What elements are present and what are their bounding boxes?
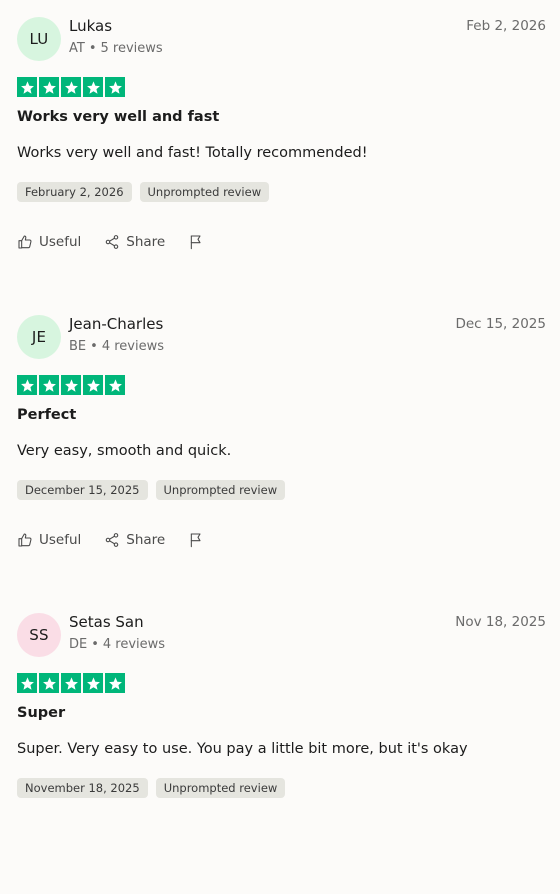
report-button[interactable] — [188, 234, 204, 250]
flag-icon — [191, 533, 201, 548]
unprompted-review-tag[interactable]: Unprompted review — [155, 778, 286, 798]
useful-label: Useful — [39, 234, 82, 250]
useful-button[interactable]: Useful — [17, 234, 81, 250]
reviewer-meta: AT • 5 reviews — [69, 41, 163, 56]
reviewer-review-count: 4 reviews — [102, 637, 166, 652]
star-icon — [83, 77, 103, 97]
experience-date-tag: December 15, 2025 — [17, 480, 148, 500]
reviewer-name[interactable]: Setas San — [69, 613, 144, 631]
star-rating — [17, 375, 125, 395]
useful-button[interactable]: Useful — [17, 532, 81, 548]
unprompted-review-tag[interactable]: Unprompted review — [139, 182, 270, 202]
reviewer-meta: DE • 4 reviews — [69, 637, 165, 652]
star-icon — [83, 673, 103, 693]
separator-dot: • — [91, 637, 99, 652]
star-icon — [105, 673, 125, 693]
review-card: SS Setas San DE • 4 reviews Nov 18, 2025 S… — [0, 596, 560, 894]
review-card: JE Jean-Charles BE • 4 reviews Dec 15, 202… — [0, 298, 560, 596]
review-actions: Useful Share — [17, 531, 204, 549]
flag-icon — [191, 235, 201, 250]
star-rating — [17, 673, 125, 693]
thumbs-up-icon — [18, 235, 32, 249]
review-date: Dec 15, 2025 — [455, 316, 546, 332]
reviewer-meta: BE • 4 reviews — [69, 339, 164, 354]
reviewer-review-count: 4 reviews — [101, 339, 164, 354]
share-button[interactable]: Share — [104, 532, 165, 548]
reviewer-country: AT — [69, 41, 85, 56]
review-card: LU Lukas AT • 5 reviews Feb 2, 2026 Works … — [0, 0, 560, 298]
star-icon — [61, 375, 81, 395]
avatar[interactable]: LU — [17, 17, 61, 61]
review-text: Works very well and fast! Totally recomm… — [17, 145, 368, 161]
star-icon — [17, 77, 37, 97]
review-tags: February 2, 2026 Unprompted review — [17, 182, 270, 202]
reviewer-name[interactable]: Lukas — [69, 17, 112, 35]
star-icon — [39, 77, 59, 97]
star-icon — [105, 77, 125, 97]
share-icon — [106, 533, 119, 547]
reviewer-country: DE — [69, 637, 88, 652]
star-icon — [39, 375, 59, 395]
report-button[interactable] — [188, 532, 204, 548]
share-label: Share — [126, 234, 166, 250]
experience-date-tag: November 18, 2025 — [17, 778, 148, 798]
review-text: Very easy, smooth and quick. — [17, 443, 232, 459]
review-date: Feb 2, 2026 — [466, 18, 546, 34]
star-icon — [17, 375, 37, 395]
review-tags: November 18, 2025 Unprompted review — [17, 778, 286, 798]
review-title[interactable]: Works very well and fast — [17, 109, 219, 125]
separator-dot: • — [88, 41, 97, 56]
review-tags: December 15, 2025 Unprompted review — [17, 480, 286, 500]
star-rating — [17, 77, 125, 97]
share-icon — [106, 235, 119, 249]
avatar[interactable]: JE — [17, 315, 61, 359]
share-button[interactable]: Share — [104, 234, 165, 250]
star-icon — [105, 375, 125, 395]
review-title[interactable]: Super — [17, 705, 65, 721]
thumbs-up-icon — [18, 533, 32, 547]
avatar[interactable]: SS — [17, 613, 61, 657]
review-text: Super. Very easy to use. You pay a littl… — [17, 741, 468, 757]
star-icon — [83, 375, 103, 395]
star-icon — [39, 673, 59, 693]
useful-label: Useful — [39, 532, 82, 548]
separator-dot: • — [90, 339, 98, 354]
review-title[interactable]: Perfect — [17, 407, 76, 423]
reviewer-name[interactable]: Jean-Charles — [69, 315, 163, 333]
star-icon — [61, 673, 81, 693]
reviewer-review-count: 5 reviews — [100, 41, 163, 56]
experience-date-tag: February 2, 2026 — [17, 182, 132, 202]
share-label: Share — [126, 532, 166, 548]
review-date: Nov 18, 2025 — [455, 614, 546, 630]
reviewer-country: BE — [69, 339, 87, 354]
star-icon — [17, 673, 37, 693]
star-icon — [61, 77, 81, 97]
review-actions: Useful Share — [17, 233, 204, 251]
unprompted-review-tag[interactable]: Unprompted review — [155, 480, 286, 500]
